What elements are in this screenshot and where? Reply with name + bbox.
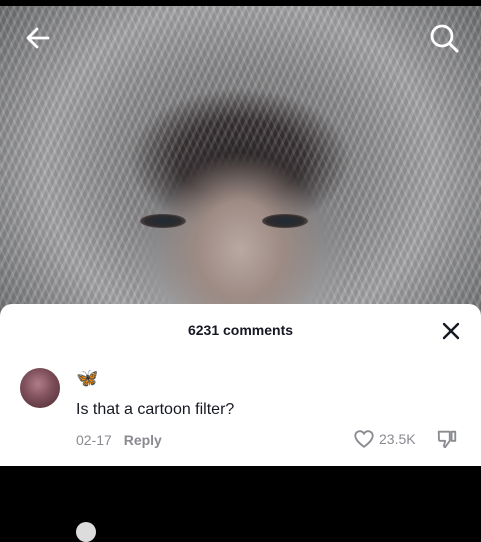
arrow-left-icon [26,27,50,49]
comments-sheet: 6231 comments 🦋 Is that a cartoon filter… [0,304,481,542]
comment-username[interactable]: 🦋 [76,368,98,389]
close-icon [442,322,460,340]
video-background[interactable] [0,0,481,320]
comments-count-title: 6231 comments [187,322,294,338]
video-eye-left [140,214,186,228]
close-button[interactable] [438,318,464,344]
video-eye-right [262,214,308,228]
next-comment-avatar[interactable] [76,522,96,542]
comment-date: 02-17 [76,432,112,448]
search-icon [430,24,459,53]
reply-button[interactable]: Reply [124,432,162,448]
comment-text[interactable]: Is that a cartoon filter? [76,401,234,419]
comment-meta: 02-17 Reply [76,432,162,448]
like-button[interactable]: 23.5K [353,428,416,450]
like-count: 23.5K [379,431,416,447]
status-bar-strip [0,0,481,6]
search-button[interactable] [426,20,462,56]
thumbs-down-icon [437,430,457,449]
comment-item: 🦋 Is that a cartoon filter? 02-17 Reply … [0,364,481,542]
avatar[interactable] [20,368,60,408]
dislike-button[interactable] [436,428,458,455]
back-button[interactable] [20,20,56,56]
heart-outline-icon [354,430,374,448]
